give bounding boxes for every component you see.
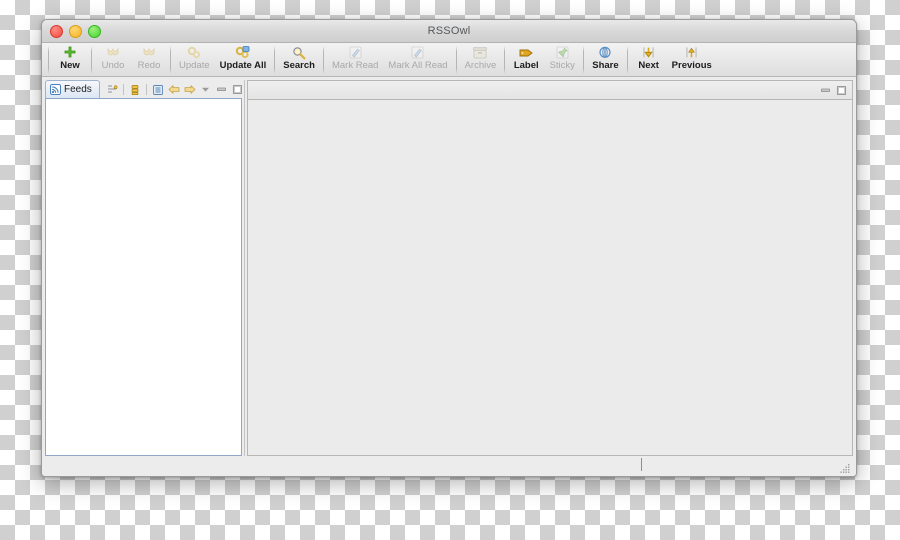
toolbar-separator (91, 46, 92, 74)
toolbar-group-navigation: Next Previous (631, 43, 717, 76)
toolbar-separator (48, 46, 49, 74)
toolbar-group-label: Label Sticky (508, 43, 580, 76)
update-icon (187, 45, 201, 60)
application-window: RSSOwl New Undo Redo Update Update All S… (41, 19, 857, 477)
toolbar-separator (583, 46, 585, 74)
sticky-label: Sticky (549, 60, 575, 71)
search-button[interactable]: Search (278, 43, 320, 76)
arrow-up-icon (685, 45, 698, 60)
toolbar-group-archive: Archive (460, 43, 502, 76)
collapse-all-icon[interactable] (150, 82, 166, 97)
next-button[interactable]: Next (631, 43, 667, 76)
share-label: Share (592, 60, 619, 71)
update-button[interactable]: Update (174, 43, 215, 76)
resize-grip[interactable] (838, 462, 851, 475)
window-title: RSSOwl (427, 25, 471, 37)
toolbar-group-update: Update Update All (174, 43, 271, 76)
rss-feed-icon (50, 84, 61, 95)
redo-label: Redo (137, 60, 161, 71)
pencil-icon (411, 45, 424, 60)
toolbar-separator (504, 46, 506, 74)
toolbar-group-mark: Mark Read Mark All Read (327, 43, 453, 76)
archive-box-icon (473, 45, 488, 60)
new-button[interactable]: New (52, 43, 88, 76)
link-with-editor-icon[interactable] (104, 82, 120, 97)
panes-container: Feeds (45, 80, 853, 456)
status-bar (45, 456, 853, 476)
mark-all-read-button[interactable]: Mark All Read (383, 43, 452, 76)
share-button[interactable]: Share (587, 43, 623, 76)
toolbar-separator (122, 84, 124, 95)
mark-read-button[interactable]: Mark Read (327, 43, 383, 76)
feeds-view-tabbar: Feeds (45, 80, 243, 98)
pencil-icon (349, 45, 362, 60)
toolbar-group-history: Undo Redo (95, 43, 167, 76)
undo-label: Undo (101, 60, 125, 71)
label-button[interactable]: Label (508, 43, 544, 76)
toolbar-separator (455, 46, 457, 74)
mark-read-label: Mark Read (331, 60, 379, 71)
tab-feeds[interactable]: Feeds (45, 80, 100, 98)
tag-icon (519, 45, 533, 60)
toolbar-group-share: Share (587, 43, 623, 76)
feeds-tree[interactable] (45, 98, 242, 456)
archive-label: Archive (464, 60, 497, 71)
maximize-icon[interactable] (833, 83, 849, 98)
update-all-label: Update All (219, 60, 267, 71)
arrow-down-icon (642, 45, 655, 60)
sticky-button[interactable]: Sticky (544, 43, 580, 76)
editor-tabbar (247, 80, 853, 100)
editor-content[interactable] (247, 100, 853, 456)
editor-area (247, 80, 853, 456)
new-label: New (60, 60, 80, 71)
update-all-icon (235, 45, 250, 60)
archive-button[interactable]: Archive (460, 43, 502, 76)
previous-label: Previous (671, 60, 712, 71)
main-toolbar: New Undo Redo Update Update All Search M… (42, 43, 856, 77)
view-menu-icon[interactable] (198, 82, 214, 97)
green-plus-icon (63, 45, 77, 60)
toolbar-separator (274, 46, 276, 74)
toolbar-separator (170, 46, 171, 74)
text-caret (641, 458, 642, 471)
back-arrow-icon[interactable] (166, 82, 182, 97)
workbench: Feeds (42, 77, 856, 476)
redo-arrow-icon (142, 45, 156, 60)
undo-button[interactable]: Undo (95, 43, 131, 76)
mark-all-read-label: Mark All Read (388, 60, 448, 71)
update-all-button[interactable]: Update All (215, 43, 272, 76)
search-label: Search (283, 60, 315, 71)
next-label: Next (638, 60, 659, 71)
toolbar-separator (145, 84, 147, 95)
title-bar: RSSOwl (42, 20, 856, 43)
previous-button[interactable]: Previous (667, 43, 717, 76)
magnifier-icon (292, 45, 306, 60)
forward-arrow-icon[interactable] (182, 82, 198, 97)
feeds-view: Feeds (45, 80, 243, 456)
undo-arrow-icon (106, 45, 120, 60)
tab-feeds-label: Feeds (64, 84, 92, 95)
update-label: Update (179, 60, 210, 71)
redo-button[interactable]: Redo (131, 43, 167, 76)
label-label: Label (513, 60, 539, 71)
toolbar-group-new: New (52, 43, 88, 76)
minimize-icon[interactable] (817, 83, 833, 98)
share-icon (598, 45, 612, 60)
toolbar-separator (626, 46, 628, 74)
toolbar-group-search: Search (278, 43, 320, 76)
pane-sash[interactable] (242, 80, 247, 456)
bookmark-filter-icon[interactable] (127, 82, 143, 97)
feeds-view-toolbar (100, 81, 246, 98)
toolbar-separator (322, 46, 324, 74)
pin-icon (556, 45, 569, 60)
minimize-icon[interactable] (214, 82, 230, 97)
